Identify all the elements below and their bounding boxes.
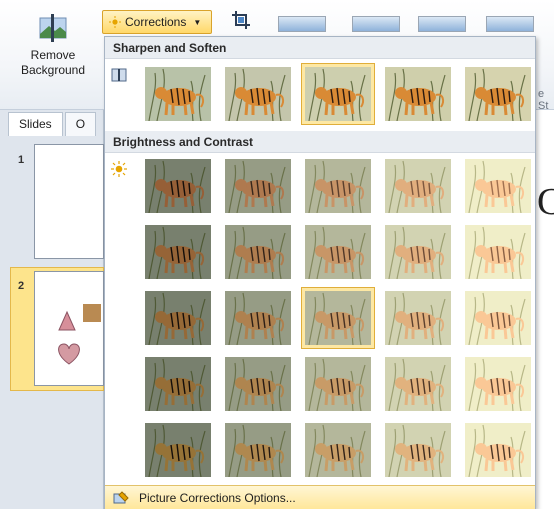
picture-style-thumb[interactable] [278,16,326,32]
correction-preset-thumb[interactable] [301,63,375,125]
tiger-preview-image [145,357,211,411]
corrections-options-icon [113,490,129,503]
picture-thumb-icon [83,304,101,322]
tiger-preview-image [465,291,531,345]
tiger-preview-image [145,67,211,121]
correction-preset-thumb[interactable] [461,155,535,217]
tiger-preview-image [385,291,451,345]
tiger-preview-image [225,423,291,477]
tiger-preview-image [225,225,291,279]
tiger-preview-image [145,291,211,345]
remove-background-icon [39,14,67,42]
sun-icon [109,16,121,28]
tiger-preview-image [225,291,291,345]
correction-preset-thumb[interactable] [141,419,215,481]
correction-preset-thumb[interactable] [381,287,455,349]
tiger-preview-image [225,67,291,121]
correction-preset-thumb[interactable] [301,155,375,217]
correction-preset-thumb[interactable] [221,353,295,415]
tiger-preview-image [305,67,371,121]
brightness-icon [111,161,127,177]
correction-preset-thumb[interactable] [141,155,215,217]
tiger-preview-image [385,67,451,121]
tiger-preview-image [145,225,211,279]
picture-style-thumb[interactable] [486,16,534,32]
picture-style-thumb[interactable] [352,16,400,32]
tiger-preview-image [305,357,371,411]
correction-preset-thumb[interactable] [221,419,295,481]
section-header-brightness: Brightness and Contrast [105,131,535,153]
correction-preset-thumb[interactable] [301,353,375,415]
corrections-button[interactable]: Corrections ▼ [102,10,212,34]
tiger-preview-image [465,67,531,121]
correction-preset-thumb[interactable] [381,221,455,283]
tiger-preview-image [465,159,531,213]
slide-2-shapes [58,304,101,365]
section-header-sharpen: Sharpen and Soften [105,37,535,59]
sharpen-icon [111,68,127,82]
slide-number: 2 [18,280,25,292]
tiger-preview-image [305,159,371,213]
correction-preset-thumb[interactable] [221,221,295,283]
correction-preset-thumb[interactable] [381,419,455,481]
picture-corrections-options-button[interactable]: Picture Corrections Options... [105,485,535,509]
corrections-gallery-dropdown: Sharpen and Soften Brightness and Contra… [104,36,536,509]
correction-preset-thumb[interactable] [141,287,215,349]
pane-tabs: Slides O [8,112,98,138]
slide-thumbnail-2[interactable] [34,271,104,386]
correction-preset-thumb[interactable] [381,63,455,125]
tiger-preview-image [465,225,531,279]
correction-preset-thumb[interactable] [301,287,375,349]
tiger-preview-image [385,357,451,411]
tiger-preview-image [225,357,291,411]
tiger-preview-image [145,159,211,213]
tiger-preview-image [385,423,451,477]
slides-pane: Slides O 1 2 [0,110,104,509]
tiger-preview-image [465,357,531,411]
correction-preset-thumb[interactable] [221,287,295,349]
correction-preset-thumb[interactable] [461,287,535,349]
tiger-preview-image [305,423,371,477]
picture-corrections-options-label: Picture Corrections Options... [139,490,296,505]
correction-preset-thumb[interactable] [461,419,535,481]
tiger-preview-image [305,291,371,345]
tiger-preview-image [465,423,531,477]
correction-preset-thumb[interactable] [461,63,535,125]
picture-style-thumb[interactable] [418,16,466,32]
slide-thumbnail-1[interactable] [34,144,104,259]
tiger-preview-image [225,159,291,213]
picture-styles-label: e St [538,88,549,112]
slide-number: 1 [18,154,25,166]
chevron-down-icon: ▼ [193,17,202,27]
tiger-preview-image [305,225,371,279]
correction-preset-thumb[interactable] [141,353,215,415]
correction-preset-thumb[interactable] [301,419,375,481]
tiger-preview-image [145,423,211,477]
correction-preset-thumb[interactable] [221,155,295,217]
correction-preset-thumb[interactable] [461,353,535,415]
correction-preset-thumb[interactable] [381,353,455,415]
correction-preset-thumb[interactable] [381,155,455,217]
correction-preset-thumb[interactable] [301,221,375,283]
correction-preset-thumb[interactable] [141,63,215,125]
heart-shape [58,343,80,365]
slide-title-fragment: C [537,181,554,223]
correction-preset-thumb[interactable] [221,63,295,125]
corrections-label: Corrections [125,15,187,29]
tiger-preview-image [385,159,451,213]
slide-canvas-edge: C [536,110,554,509]
tiger-preview-image [385,225,451,279]
tab-slides[interactable]: Slides [8,112,63,136]
correction-preset-thumb[interactable] [461,221,535,283]
remove-background-label: Remove Background [20,48,86,77]
remove-background-button[interactable]: Remove Background [10,10,96,96]
crop-icon[interactable] [232,11,250,29]
correction-preset-thumb[interactable] [141,221,215,283]
tab-outline[interactable]: O [64,112,97,136]
triangle-shape [58,310,76,331]
